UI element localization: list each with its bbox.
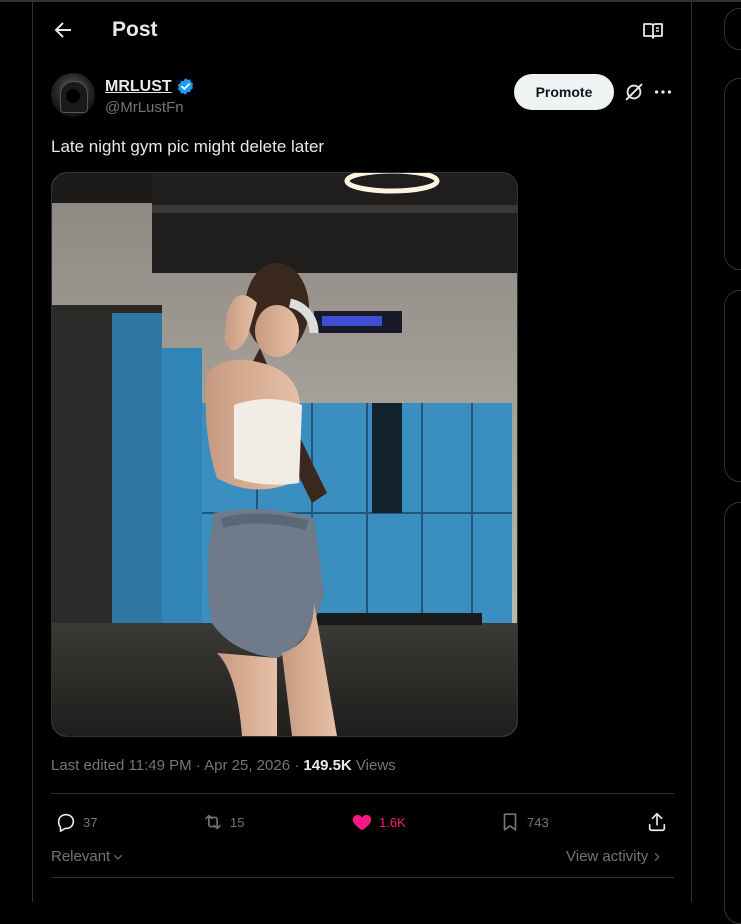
reply-button[interactable]: 37 [55, 809, 97, 835]
sidebar-card [724, 290, 741, 482]
reply-sort-label: Relevant [51, 848, 111, 865]
more-horizontal-icon[interactable] [652, 81, 674, 103]
chevron-down-icon [114, 854, 123, 860]
view-activity-label: View activity [566, 848, 649, 865]
views-count: 149.5K [303, 757, 352, 774]
verified-badge-icon[interactable] [176, 77, 195, 96]
bookmark-count: 743 [527, 814, 549, 830]
divider [51, 877, 674, 878]
like-button[interactable]: 1.6K [351, 809, 406, 835]
author-avatar[interactable] [51, 73, 95, 117]
post-photo[interactable] [51, 172, 518, 737]
repost-button[interactable]: 15 [202, 809, 244, 835]
author-name-row: MRLUST [105, 77, 195, 96]
promote-button[interactable]: Promote [514, 74, 614, 110]
page-title: Post [112, 18, 158, 41]
views-label: Views [351, 757, 396, 774]
locker-room-photo [52, 173, 517, 736]
reply-sort-dropdown[interactable]: Relevant [51, 848, 124, 865]
divider [51, 793, 674, 794]
page-header: Post [33, 2, 691, 60]
reply-count: 37 [83, 814, 98, 830]
bookmark-icon [503, 813, 517, 831]
post-text: Late night gym pic might delete later [51, 137, 325, 156]
reader-mode-icon[interactable] [641, 19, 665, 43]
bookmark-button[interactable]: 743 [499, 809, 549, 835]
heart-filled-icon [352, 814, 372, 831]
sidebar-card [724, 78, 741, 270]
like-count: 1.6K [379, 814, 406, 830]
post-meta: Last edited 11:49 PM · Apr 25, 2026 · 14… [51, 757, 396, 774]
repost-icon [205, 814, 221, 830]
view-activity-link[interactable]: View activity [566, 848, 662, 865]
repost-count: 15 [230, 814, 245, 830]
main-column: Post MRLUST @MrLustFn Promote Late night… [32, 2, 692, 902]
share-button[interactable] [646, 809, 668, 835]
sidebar-search-card[interactable] [724, 8, 741, 50]
share-icon [648, 812, 666, 832]
sidebar-card [724, 502, 741, 924]
reply-icon [57, 813, 75, 832]
grok-icon[interactable] [623, 81, 645, 103]
post-timestamp[interactable]: Last edited 11:49 PM · Apr 25, 2026 · [51, 757, 303, 774]
author-handle[interactable]: @MrLustFn [105, 99, 184, 116]
author-name[interactable]: MRLUST [105, 78, 172, 96]
chevron-right-icon [655, 852, 660, 861]
back-arrow-icon[interactable] [51, 18, 75, 42]
